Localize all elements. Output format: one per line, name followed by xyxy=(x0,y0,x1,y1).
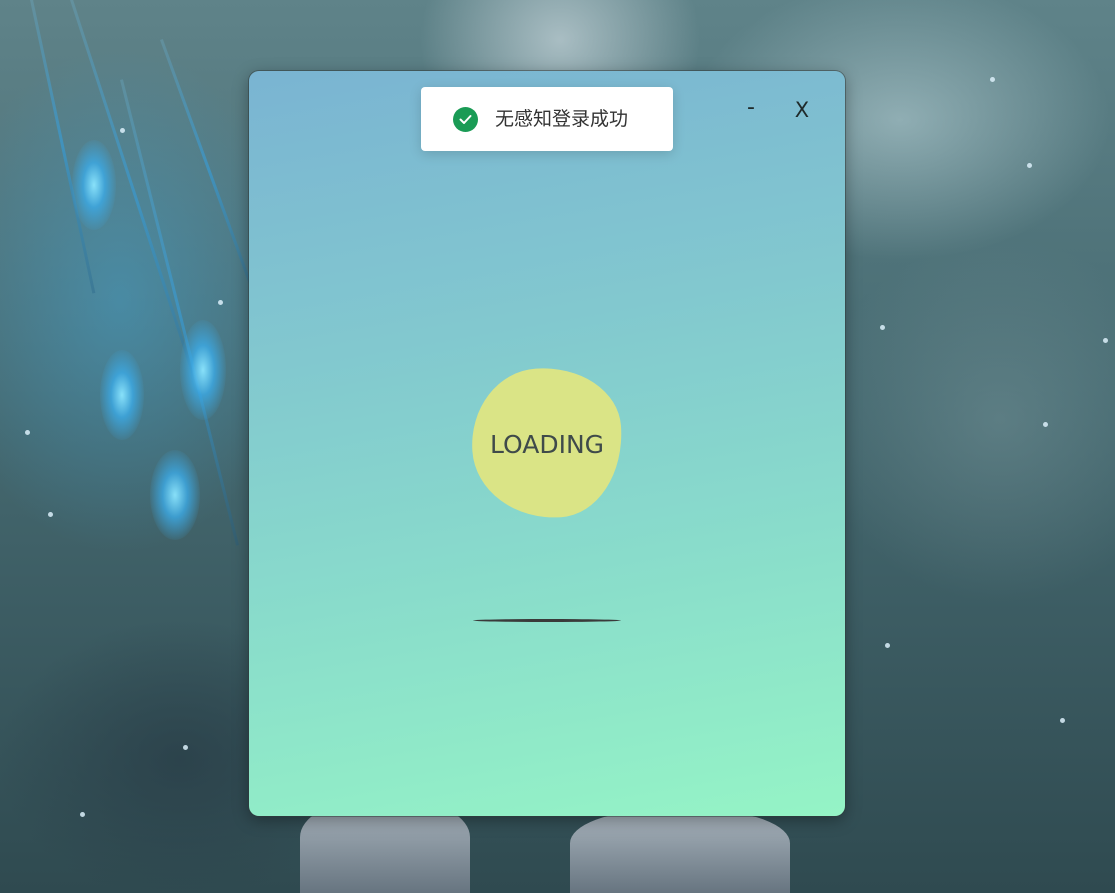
dust-particle xyxy=(120,128,125,133)
figure-robe xyxy=(570,810,790,893)
dust-particle xyxy=(990,77,995,82)
toast-message: 无感知登录成功 xyxy=(495,108,629,130)
dust-particle xyxy=(218,300,223,305)
dust-particle xyxy=(80,812,85,817)
feather-eye xyxy=(100,350,144,440)
loading-window: - X LOADING xyxy=(249,71,845,816)
feather-eye xyxy=(72,140,116,230)
dust-particle xyxy=(1060,718,1065,723)
feather-stem xyxy=(160,38,259,304)
dust-particle xyxy=(1043,422,1048,427)
feather-eye xyxy=(150,450,200,540)
minimize-button[interactable]: - xyxy=(736,95,766,121)
check-circle-icon xyxy=(453,107,478,132)
dust-particle xyxy=(885,643,890,648)
dust-particle xyxy=(1103,338,1108,343)
feather-eye xyxy=(180,320,226,420)
dust-particle xyxy=(880,325,885,330)
dust-particle xyxy=(1027,163,1032,168)
close-button[interactable]: X xyxy=(787,97,817,123)
loading-shadow xyxy=(473,619,621,622)
dust-particle xyxy=(25,430,30,435)
dust-particle xyxy=(48,512,53,517)
success-toast: 无感知登录成功 xyxy=(421,87,673,151)
loading-text: LOADING xyxy=(489,430,605,459)
dust-particle xyxy=(183,745,188,750)
